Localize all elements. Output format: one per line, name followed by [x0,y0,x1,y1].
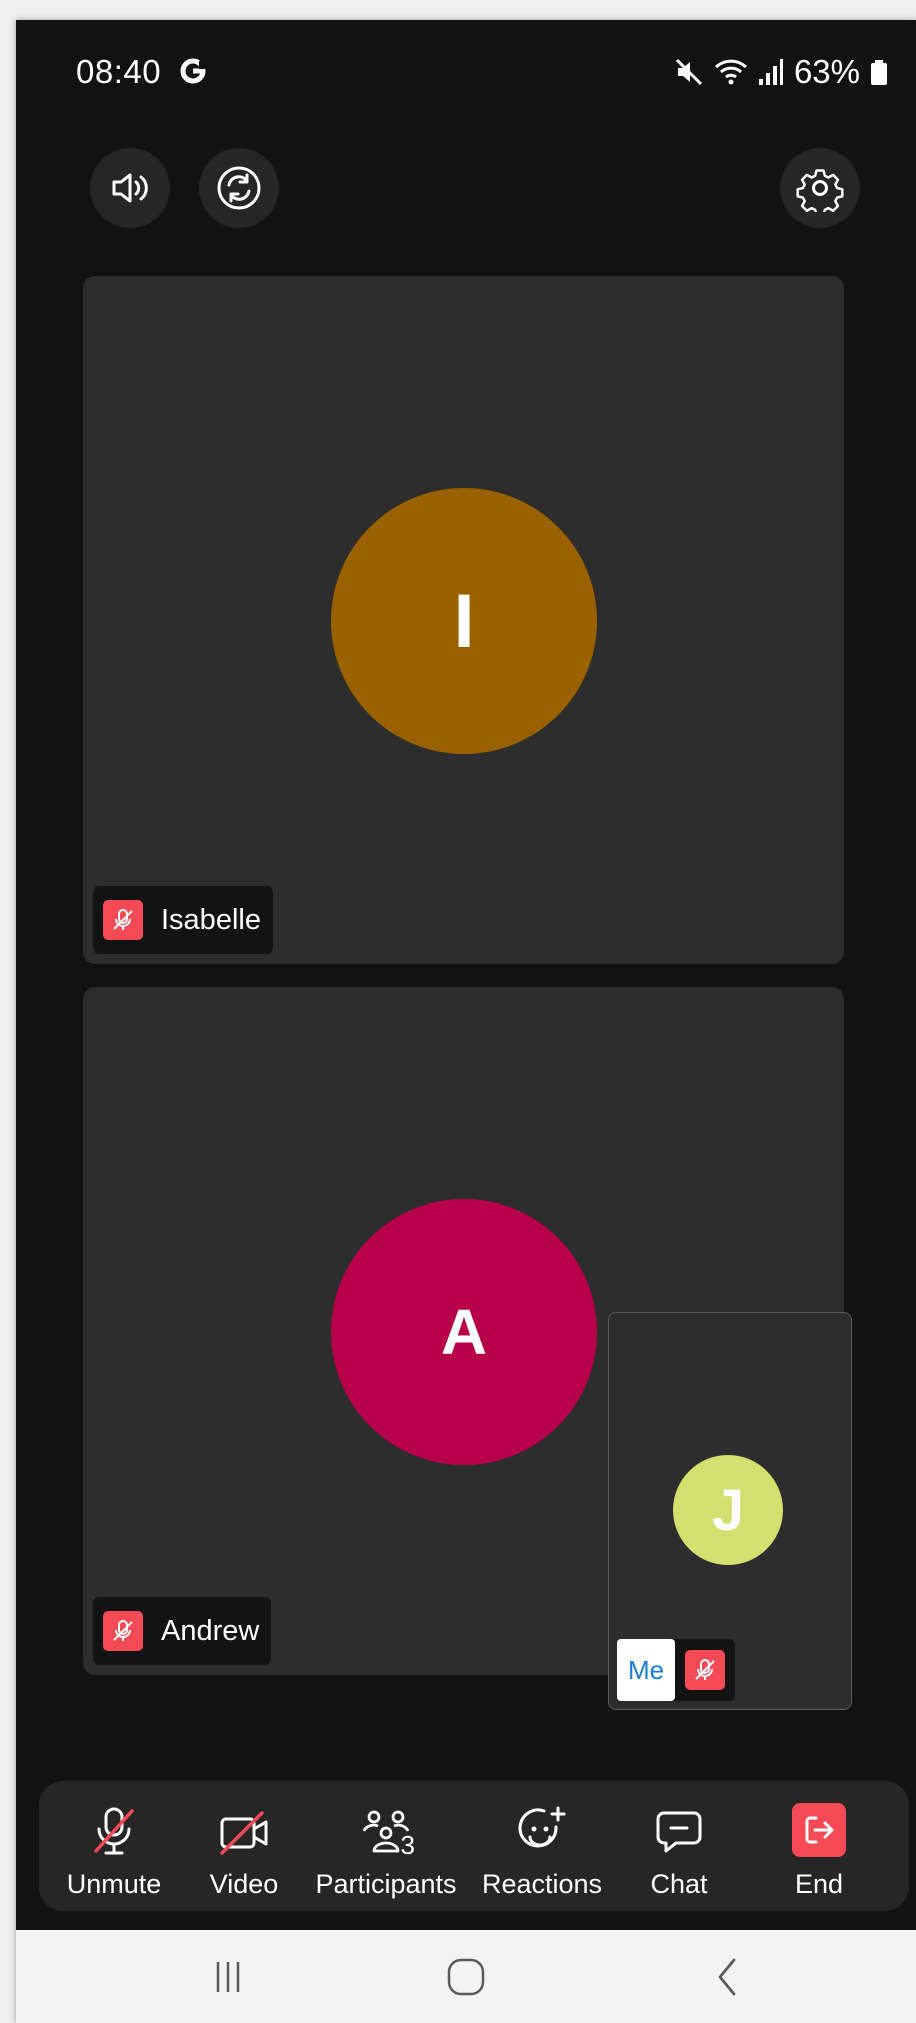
avatar: I [331,488,597,754]
chat-icon [656,1811,702,1853]
home-icon[interactable] [436,1952,496,2002]
end-button[interactable]: End [774,1781,864,1911]
mic-off-indicator [685,1650,725,1690]
battery-icon [871,60,887,85]
participant-name: Isabelle [161,903,261,936]
wifi-icon [714,59,747,85]
participant-name: Andrew [161,1614,260,1647]
avatar-initial: A [440,1296,488,1368]
phone-screen: 08:40 63% I Isabelle A Andrew J Me Unmut… [16,20,916,2023]
recent-apps-icon[interactable] [198,1952,258,2002]
switch-camera-icon [217,166,261,210]
mute-icon [675,58,702,86]
unmute-button[interactable]: Unmute [59,1781,169,1911]
avatar-initial: J [711,1477,745,1543]
switch-camera-button[interactable] [199,148,279,228]
chat-button[interactable]: Chat [624,1781,734,1911]
avatar: A [331,1199,597,1465]
reactions-label: Reactions [481,1869,603,1899]
self-view-tile[interactable]: J Me [608,1312,852,1710]
me-label: Me [617,1639,675,1701]
settings-button[interactable] [780,148,860,228]
unmute-label: Unmute [66,1869,162,1899]
meeting-toolbar: Unmute Video 3 Participants Reactions Ch… [39,1781,909,1911]
video-button[interactable]: Video [194,1781,294,1911]
battery-percent: 63% [793,53,860,90]
mic-off-icon [94,1807,134,1855]
speaker-button[interactable] [90,148,170,228]
status-icons: 63% [674,53,888,91]
gear-icon [796,169,844,212]
reactions-button[interactable]: Reactions [472,1781,612,1911]
video-label: Video [209,1869,279,1899]
leave-icon [805,1816,834,1844]
system-navigation-bar [16,1930,916,2023]
self-name-tag: Me [617,1639,735,1701]
mic-off-icon [113,1620,133,1641]
end-label: End [794,1869,844,1899]
status-time: 08:40 [76,53,162,90]
self-avatar: J [673,1455,783,1565]
chat-label: Chat [650,1869,708,1899]
mic-off-indicator [103,900,143,940]
participants-button[interactable]: 3 Participants [311,1781,461,1911]
signal-icon [758,59,783,85]
speaker-icon [112,173,148,203]
google-icon [180,58,206,84]
status-bar: 08:40 63% [16,20,916,128]
avatar-initial: I [453,578,475,664]
participants-label: Participants [315,1869,457,1899]
video-off-icon [220,1811,268,1855]
mic-off-icon [113,909,133,930]
back-icon[interactable] [696,1952,756,2002]
participant-name-tag: Andrew [93,1597,272,1665]
participant-name-tag: Isabelle [93,886,273,954]
mic-off-indicator [103,1611,143,1651]
participants-count: 3 [400,1830,415,1860]
end-icon-box [792,1803,846,1857]
reactions-icon [518,1806,566,1848]
participant-tile[interactable]: I Isabelle [83,276,844,964]
mic-off-icon [695,1659,715,1680]
